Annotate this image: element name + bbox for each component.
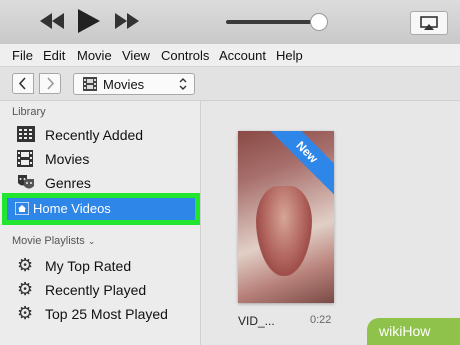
gear-icon: ⚙ <box>17 303 34 323</box>
library-header: Library <box>12 106 46 118</box>
video-preview-figure <box>256 186 312 276</box>
chevron-left-icon <box>18 77 26 90</box>
sidebar-item-label: Home Videos <box>33 201 111 216</box>
menu-bar: File Edit Movie View Controls Account He… <box>0 44 460 67</box>
movie-playlists-header-label: Movie Playlists <box>12 235 85 247</box>
volume-slider-fill <box>226 20 319 24</box>
volume-slider-knob[interactable] <box>310 13 329 31</box>
masks-icon <box>18 175 34 189</box>
menu-account[interactable]: Account <box>219 48 266 63</box>
airplay-icon <box>420 16 438 30</box>
forward-button[interactable] <box>39 73 61 94</box>
menu-controls[interactable]: Controls <box>161 48 209 63</box>
player-toolbar <box>0 0 460 44</box>
watermark-text: wikiHow <box>379 323 431 339</box>
wikihow-watermark: wikiHow <box>367 318 460 345</box>
fast-forward-icon[interactable] <box>115 13 139 29</box>
sidebar-item-genres[interactable]: Genres <box>0 171 201 195</box>
sidebar-item-my-top-rated[interactable]: ⚙ My Top Rated <box>0 254 201 278</box>
sidebar-item-label: Movies <box>45 151 90 167</box>
movie-playlists-header[interactable]: Movie Playlists ⌄ <box>12 235 95 247</box>
film-icon <box>83 77 97 91</box>
chevron-right-icon <box>47 77 55 90</box>
video-duration: 0:22 <box>310 314 332 326</box>
volume-slider[interactable] <box>226 13 329 31</box>
video-thumbnail[interactable]: New <box>238 131 334 303</box>
sidebar-item-label: My Top Rated <box>45 258 132 274</box>
video-title[interactable]: VID_... <box>238 314 275 328</box>
back-button[interactable] <box>12 73 34 94</box>
gear-icon: ⚙ <box>17 279 34 299</box>
chevron-down-icon: ⌄ <box>87 236 96 246</box>
film-icon <box>17 150 33 167</box>
airplay-button[interactable] <box>410 11 448 35</box>
sidebar-item-label: Genres <box>45 175 91 191</box>
grid-icon <box>17 126 35 142</box>
sidebar-item-top-25-most-played[interactable]: ⚙ Top 25 Most Played <box>0 302 201 326</box>
sidebar-item-movies[interactable]: Movies <box>0 147 201 171</box>
sidebar-item-label: Recently Added <box>45 127 144 143</box>
rewind-icon[interactable] <box>40 13 64 29</box>
sidebar-item-recently-added[interactable]: Recently Added <box>0 123 201 147</box>
menu-help[interactable]: Help <box>276 48 303 63</box>
main-content: New VID_... 0:22 <box>202 101 460 345</box>
play-icon[interactable] <box>78 9 100 33</box>
chevron-updown-icon <box>179 78 187 90</box>
menu-edit[interactable]: Edit <box>43 48 65 63</box>
sidebar-item-label: Top 25 Most Played <box>45 306 168 322</box>
menu-file[interactable]: File <box>12 48 33 63</box>
home-video-icon <box>15 202 29 215</box>
sidebar-item-label: Recently Played <box>45 282 147 298</box>
gear-icon: ⚙ <box>17 255 34 275</box>
sidebar-item-recently-played[interactable]: ⚙ Recently Played <box>0 278 201 302</box>
sidebar-item-home-videos[interactable]: Home Videos <box>2 193 200 225</box>
menu-movie[interactable]: Movie <box>77 48 112 63</box>
navigation-bar: Movies <box>0 67 460 101</box>
media-type-selector[interactable]: Movies <box>73 73 195 95</box>
menu-view[interactable]: View <box>122 48 150 63</box>
sidebar: Library Recently Added Movies Genres Hom… <box>0 101 201 345</box>
media-type-label: Movies <box>103 77 145 92</box>
